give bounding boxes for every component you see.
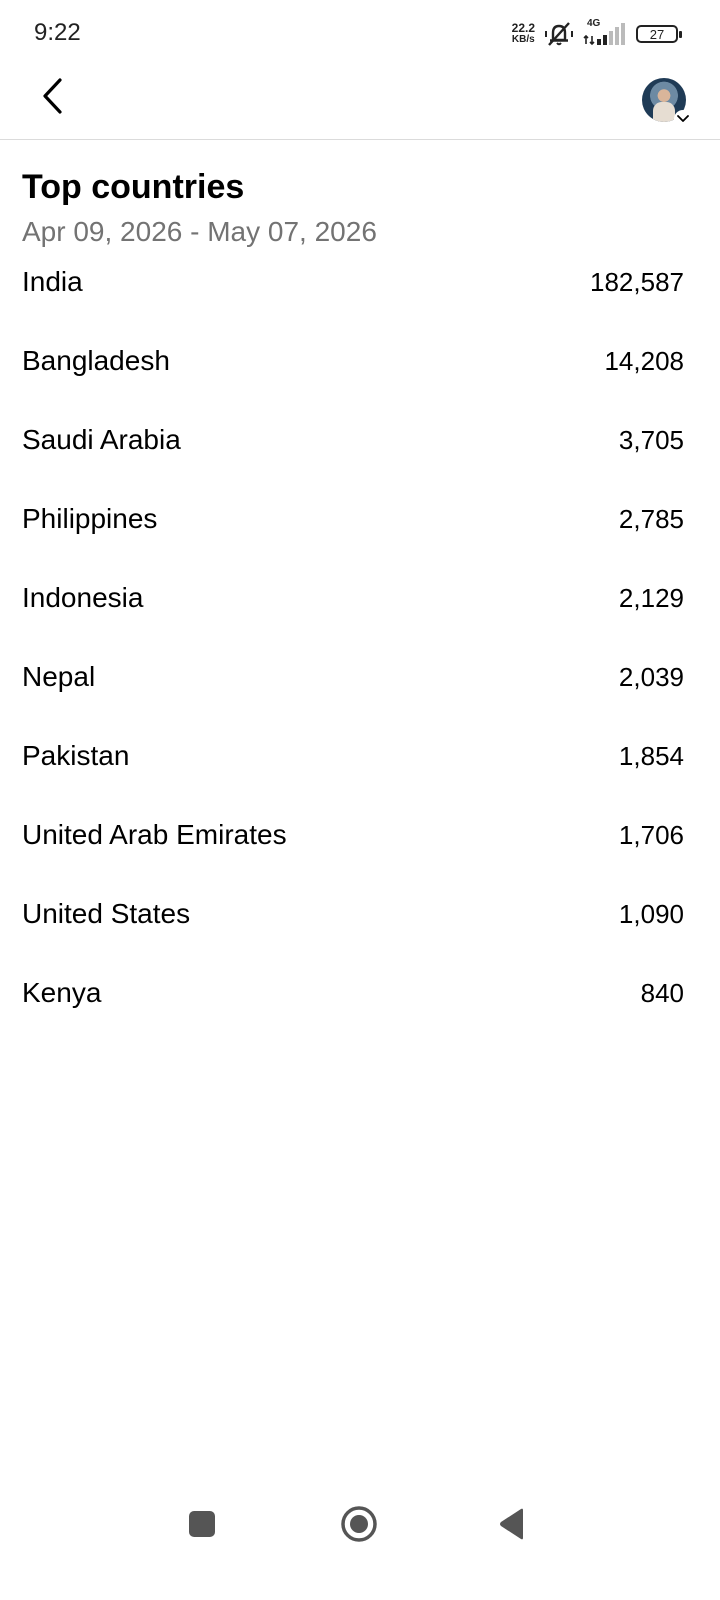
page-title: Top countries xyxy=(22,168,245,206)
status-icons: 22.2 KB/s 4G 27 xyxy=(512,18,682,50)
chevron-left-icon xyxy=(40,77,64,120)
back-button[interactable] xyxy=(30,76,74,120)
country-name: Bangladesh xyxy=(22,345,170,376)
country-name: Kenya xyxy=(22,977,102,1008)
network-type-label: 4G xyxy=(587,18,601,29)
network-speed: 22.2 KB/s xyxy=(512,22,535,46)
country-name: Indonesia xyxy=(22,582,144,613)
system-back-button[interactable] xyxy=(490,1504,534,1548)
country-value: 2,129 xyxy=(618,583,684,613)
country-name: United States xyxy=(22,898,191,929)
home-button[interactable] xyxy=(337,1504,381,1548)
recents-button[interactable] xyxy=(180,1504,224,1548)
list-item: Saudi Arabia 3,705 xyxy=(22,420,684,499)
signal-strength-icon: 4G xyxy=(583,18,627,46)
list-item: United States 1,090 xyxy=(22,894,684,973)
list-item: Philippines 2,785 xyxy=(22,499,684,578)
country-name: United Arab Emirates xyxy=(22,819,287,850)
list-item: Nepal 2,039 xyxy=(22,657,684,736)
country-name: Nepal xyxy=(22,661,96,692)
list-item: United Arab Emirates 1,706 xyxy=(22,815,684,894)
battery-icon: 27 xyxy=(636,25,682,43)
country-value: 2,785 xyxy=(618,504,684,534)
status-time: 9:22 xyxy=(34,19,81,46)
country-value: 1,706 xyxy=(618,820,684,850)
list-item: India 182,587 xyxy=(22,262,684,341)
country-value: 1,854 xyxy=(618,741,684,771)
triangle-left-icon xyxy=(498,1508,526,1545)
country-list: India 182,587 Bangladesh 14,208 Saudi Ar… xyxy=(22,262,684,1052)
list-item: Bangladesh 14,208 xyxy=(22,341,684,420)
country-value: 182,587 xyxy=(590,267,684,297)
country-name: Saudi Arabia xyxy=(22,424,181,455)
circle-icon xyxy=(340,1505,378,1548)
list-item: Indonesia 2,129 xyxy=(22,578,684,657)
country-value: 14,208 xyxy=(604,346,684,376)
country-value: 3,705 xyxy=(618,425,684,455)
list-item: Pakistan 1,854 xyxy=(22,736,684,815)
battery-level: 27 xyxy=(649,26,665,42)
chevron-down-icon xyxy=(674,110,692,128)
country-name: Philippines xyxy=(22,503,158,534)
muted-bell-icon xyxy=(544,21,574,47)
account-switcher[interactable] xyxy=(642,78,692,128)
status-bar: 9:22 22.2 KB/s 4G 27 xyxy=(0,0,720,64)
system-nav-bar xyxy=(0,1490,720,1560)
app-bar xyxy=(0,64,720,140)
country-value: 1,090 xyxy=(618,899,684,929)
country-name: Pakistan xyxy=(22,740,130,771)
network-speed-unit: KB/s xyxy=(511,34,535,45)
network-speed-value: 22.2 xyxy=(511,21,535,35)
list-item: Kenya 840 xyxy=(22,973,684,1052)
main-content: Top countries Apr 09, 2026 - May 07, 202… xyxy=(22,166,684,1052)
country-value: 840 xyxy=(640,978,684,1008)
country-name: India xyxy=(22,266,83,297)
square-icon xyxy=(188,1510,216,1543)
date-range: Apr 09, 2026 - May 07, 2026 xyxy=(22,216,377,247)
country-value: 2,039 xyxy=(618,662,684,692)
